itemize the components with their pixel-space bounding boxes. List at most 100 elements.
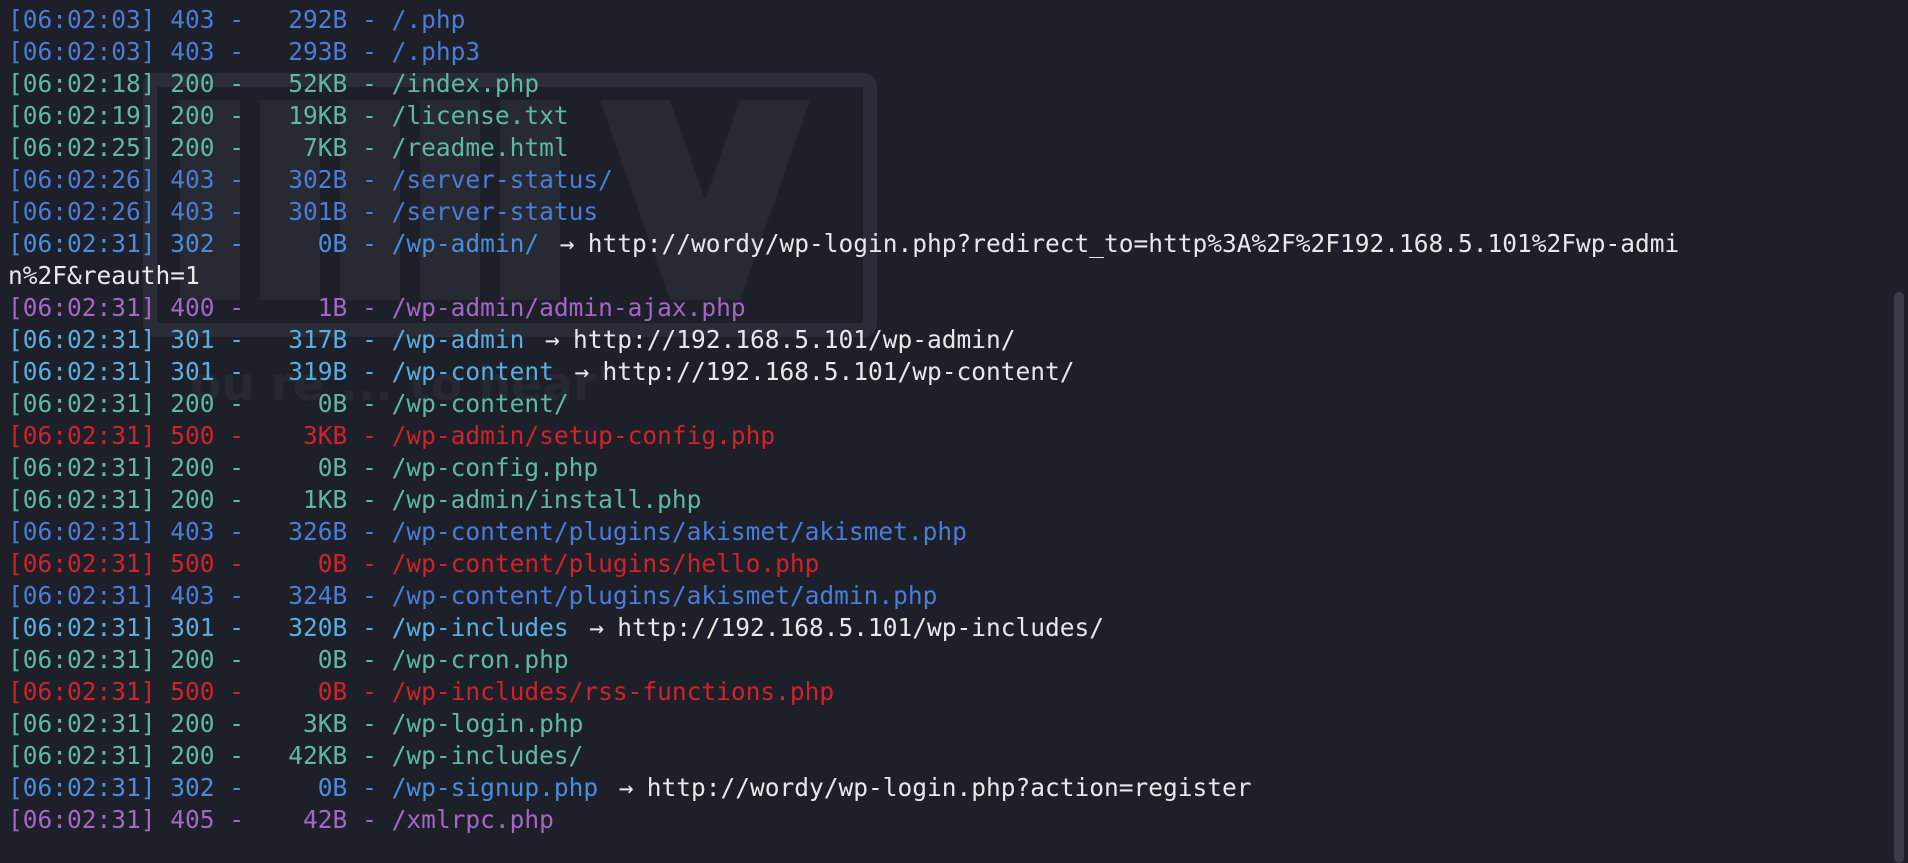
log-timestamp: [06:02:26] [8, 197, 156, 226]
redirect-arrow-icon: → [574, 357, 590, 386]
log-path: /wp-content/plugins/akismet/admin.php [391, 581, 938, 610]
log-line: [06:02:31] 400 - 1B - /wp-admin/admin-aj… [8, 293, 746, 322]
log-status-code: 403 [170, 197, 215, 226]
log-size: 3KB [303, 421, 348, 450]
redirect-url: http://wordy/wp-login.php?redirect_to=ht… [587, 229, 1680, 258]
log-status-code: 200 [170, 453, 215, 482]
log-timestamp: [06:02:31] [8, 549, 156, 578]
log-timestamp: [06:02:31] [8, 517, 156, 546]
log-line: [06:02:03] 403 - 292B - /.php [8, 5, 466, 34]
log-timestamp: [06:02:03] [8, 5, 156, 34]
scrollbar-thumb[interactable] [1894, 292, 1904, 863]
log-timestamp: [06:02:31] [8, 389, 156, 418]
log-size: 42KB [288, 741, 348, 770]
log-line: [06:02:19] 200 - 19KB - /license.txt [8, 101, 569, 130]
log-timestamp: [06:02:31] [8, 229, 156, 258]
log-path: /.php3 [391, 37, 481, 66]
log-size: 52KB [288, 69, 348, 98]
log-status-code: 301 [170, 613, 215, 642]
log-line: [06:02:31] 500 - 0B - /wp-includes/rss-f… [8, 677, 835, 706]
log-size: 324B [288, 581, 348, 610]
log-path: /wp-content/plugins/akismet/akismet.php [391, 517, 967, 546]
log-status-code: 200 [170, 485, 215, 514]
log-size: 0B [317, 645, 348, 674]
redirect-url: http://192.168.5.101/wp-content/ [602, 357, 1075, 386]
log-line: [06:02:31] 301 - 319B - /wp-content → http… [8, 357, 1075, 386]
log-timestamp: [06:02:18] [8, 69, 156, 98]
log-path: /wp-admin/setup-config.php [391, 421, 776, 450]
log-path: /wp-admin/admin-ajax.php [391, 293, 746, 322]
log-size: 0B [317, 773, 348, 802]
log-status-code: 403 [170, 165, 215, 194]
log-timestamp: [06:02:31] [8, 293, 156, 322]
log-timestamp: [06:02:31] [8, 453, 156, 482]
log-size: 293B [288, 37, 348, 66]
log-timestamp: [06:02:19] [8, 101, 156, 130]
log-size: 0B [317, 549, 348, 578]
log-line: [06:02:31] 301 - 317B - /wp-admin → http:/… [8, 325, 1016, 354]
log-line: [06:02:26] 403 - 302B - /server-status/ [8, 165, 613, 194]
log-size: 1KB [303, 485, 348, 514]
redirect-arrow-icon: → [559, 229, 575, 258]
log-line: [06:02:03] 403 - 293B - /.php3 [8, 37, 481, 66]
log-size: 0B [317, 453, 348, 482]
scrollbar[interactable] [1886, 0, 1908, 863]
log-timestamp: [06:02:31] [8, 677, 156, 706]
log-status-code: 200 [170, 133, 215, 162]
log-size: 292B [288, 5, 348, 34]
log-timestamp: [06:02:31] [8, 645, 156, 674]
log-size: 19KB [288, 101, 348, 130]
log-status-code: 500 [170, 549, 215, 578]
log-path: /wp-includes/rss-functions.php [391, 677, 835, 706]
log-path: /wp-admin/install.php [391, 485, 702, 514]
log-status-code: 405 [170, 805, 215, 834]
terminal-window[interactable]: ou re ... to hear" [06:02:03] 403 - 292B… [0, 0, 1908, 863]
wrapped-redirect-text: n%2F&reauth=1 [8, 261, 200, 290]
log-status-code: 400 [170, 293, 215, 322]
log-timestamp: [06:02:31] [8, 485, 156, 514]
log-line: [06:02:31] 403 - 324B - /wp-content/plug… [8, 581, 938, 610]
redirect-url: http://192.168.5.101/wp-admin/ [573, 325, 1016, 354]
log-line: [06:02:31] 200 - 3KB - /wp-login.php [8, 709, 584, 738]
log-line: n%2F&reauth=1 [8, 260, 1868, 292]
log-line: [06:02:31] 302 - 0B - /wp-signup.php → htt… [8, 773, 1252, 802]
log-timestamp: [06:02:31] [8, 773, 156, 802]
log-status-code: 200 [170, 709, 215, 738]
log-size: 320B [288, 613, 348, 642]
log-status-code: 403 [170, 37, 215, 66]
log-timestamp: [06:02:31] [8, 709, 156, 738]
log-status-code: 302 [170, 229, 215, 258]
log-path: /wp-login.php [391, 709, 584, 738]
log-line: [06:02:31] 200 - 0B - /wp-content/ [8, 389, 569, 418]
log-size: 0B [317, 229, 348, 258]
redirect-url: http://wordy/wp-login.php?action=registe… [646, 773, 1252, 802]
log-path: /readme.html [391, 133, 569, 162]
log-timestamp: [06:02:25] [8, 133, 156, 162]
log-output: [06:02:03] 403 - 292B - /.php [06:02:03] … [8, 4, 1868, 836]
log-status-code: 200 [170, 389, 215, 418]
log-line: [06:02:25] 200 - 7KB - /readme.html [8, 133, 569, 162]
redirect-arrow-icon: → [618, 773, 634, 802]
redirect-arrow-icon: → [589, 613, 604, 642]
log-path: /index.php [391, 69, 540, 98]
log-size: 317B [288, 325, 348, 354]
log-line: [06:02:18] 200 - 52KB - /index.php [8, 69, 540, 98]
log-line: [06:02:31] 200 - 0B - /wp-cron.php [8, 645, 569, 674]
log-status-code: 200 [170, 101, 215, 130]
log-path: /wp-includes/ [391, 741, 584, 770]
log-path: /license.txt [391, 101, 569, 130]
log-status-code: 302 [170, 773, 215, 802]
log-path: /xmlrpc.php [391, 805, 554, 834]
log-status-code: 301 [170, 325, 215, 354]
log-line: [06:02:31] 200 - 1KB - /wp-admin/install… [8, 485, 702, 514]
log-timestamp: [06:02:31] [8, 613, 156, 642]
log-timestamp: [06:02:03] [8, 37, 156, 66]
log-status-code: 500 [170, 421, 215, 450]
log-size: 3KB [303, 709, 348, 738]
log-path: /wp-admin [391, 325, 525, 354]
log-timestamp: [06:02:31] [8, 357, 156, 386]
log-size: 1B [317, 293, 348, 322]
log-status-code: 301 [170, 357, 215, 386]
log-size: 326B [288, 517, 348, 546]
log-path: /wp-signup.php [391, 773, 599, 802]
